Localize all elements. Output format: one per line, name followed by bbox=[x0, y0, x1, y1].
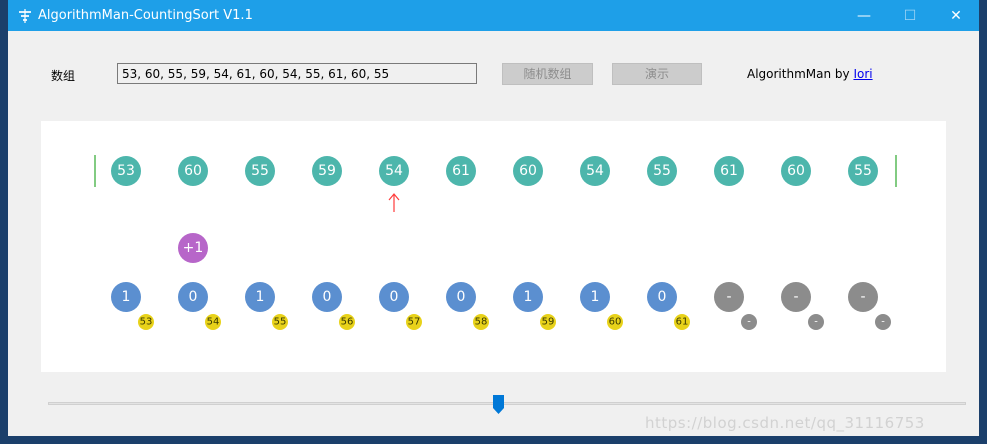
slider-track[interactable] bbox=[48, 402, 966, 405]
input-value-label: 55 bbox=[251, 163, 269, 179]
count-label: 0 bbox=[189, 289, 198, 305]
count-label: 1 bbox=[524, 289, 533, 305]
key-label: - bbox=[881, 317, 885, 328]
key-label: 58 bbox=[475, 317, 488, 328]
random-array-button[interactable]: 随机数组 bbox=[502, 63, 593, 85]
app-window: AlgorithmMan-CountingSort V1.1 — ☐ ✕ 数组 … bbox=[8, 0, 979, 436]
key-label: 60 bbox=[609, 317, 622, 328]
key-label: 56 bbox=[341, 317, 354, 328]
count-label: 0 bbox=[323, 289, 332, 305]
input-value-label: 60 bbox=[787, 163, 805, 179]
app-icon bbox=[19, 9, 31, 23]
count-label: - bbox=[793, 289, 798, 305]
input-value-label: 61 bbox=[720, 163, 738, 179]
slider-thumb[interactable] bbox=[493, 395, 504, 414]
count-label: 0 bbox=[658, 289, 667, 305]
increment-label: +1 bbox=[183, 240, 204, 256]
minimize-button[interactable]: — bbox=[841, 0, 887, 31]
input-value-label: 61 bbox=[452, 163, 470, 179]
visualization-canvas: 53 60 55 59 54 61 60 54 55 61 60 55 +1 1 0 1 0 0 0 1 1 0 - - - 53… bbox=[41, 121, 946, 372]
visualization-svg: 53 60 55 59 54 61 60 54 55 61 60 55 +1 1 0 1 0 0 0 1 1 0 - - - 53… bbox=[94, 155, 897, 330]
author-link[interactable]: Iori bbox=[853, 67, 872, 81]
count-label: 1 bbox=[256, 289, 265, 305]
key-label: 53 bbox=[140, 317, 153, 328]
array-input[interactable] bbox=[117, 63, 477, 84]
title-bar[interactable]: AlgorithmMan-CountingSort V1.1 — ☐ ✕ bbox=[8, 0, 979, 31]
credit-prefix: AlgorithmMan by bbox=[747, 67, 854, 81]
close-button[interactable]: ✕ bbox=[933, 0, 979, 31]
input-value-label: 59 bbox=[318, 163, 336, 179]
array-label: 数组 bbox=[51, 69, 76, 83]
speed-slider[interactable] bbox=[48, 394, 966, 414]
maximize-button[interactable]: ☐ bbox=[887, 0, 933, 31]
count-label: 1 bbox=[122, 289, 131, 305]
count-label: 1 bbox=[591, 289, 600, 305]
count-label: - bbox=[860, 289, 865, 305]
count-label: 0 bbox=[390, 289, 399, 305]
input-value-label: 60 bbox=[519, 163, 537, 179]
key-label: 55 bbox=[274, 317, 287, 328]
key-label: - bbox=[747, 317, 751, 328]
input-value-label: 55 bbox=[653, 163, 671, 179]
input-value-label: 55 bbox=[854, 163, 872, 179]
count-label: 0 bbox=[457, 289, 466, 305]
input-value-label: 53 bbox=[117, 163, 135, 179]
window-title: AlgorithmMan-CountingSort V1.1 bbox=[38, 8, 253, 23]
key-label: 61 bbox=[676, 317, 689, 328]
input-value-label: 60 bbox=[184, 163, 202, 179]
key-label: 54 bbox=[207, 317, 220, 328]
key-label: - bbox=[814, 317, 818, 328]
credit-text: AlgorithmMan by Iori bbox=[747, 67, 873, 81]
key-label: 57 bbox=[408, 317, 421, 328]
key-label: 59 bbox=[542, 317, 555, 328]
input-value-label: 54 bbox=[385, 163, 403, 179]
watermark-text: https://blog.csdn.net/qq_31116753 bbox=[645, 414, 925, 432]
demo-button[interactable]: 演示 bbox=[612, 63, 702, 85]
count-label: - bbox=[726, 289, 731, 305]
input-value-label: 54 bbox=[586, 163, 604, 179]
